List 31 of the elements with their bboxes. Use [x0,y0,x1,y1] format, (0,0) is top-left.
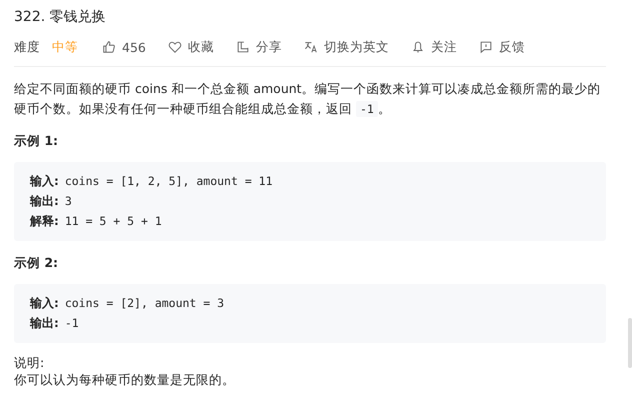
difficulty-value: 中等 [52,38,78,56]
scrollbar[interactable] [628,318,632,368]
example-heading: 示例 2: [14,255,58,272]
code-label: 输入: [30,296,59,310]
bell-icon [410,40,425,54]
problem-title: 322. 零钱兑换 [14,8,106,26]
code-value: -1 [64,316,79,330]
share-button[interactable]: 分享 [236,38,282,56]
code-label: 解释: [30,214,59,228]
feedback-button[interactable]: 反馈 [478,38,525,56]
note-text: 你可以认为每种硬币的数量是无限的。 [14,372,236,389]
difficulty-label: 难度 [14,38,40,56]
share-icon [236,40,250,54]
code-value: 3 [64,194,72,208]
favorite-button[interactable]: 收藏 [168,38,214,56]
code-label: 输出: [30,194,59,208]
translate-icon [304,40,318,54]
description-text: 给定不同面额的硬币 coins 和一个总金额 amount。编写一个函数来计算可以凑成总金额所需的最少的硬币个数。如果没有任何一种硬币组合能组成总金额，返回 -1 。 [14,80,602,119]
follow-button[interactable]: 关注 [410,38,457,56]
thumbs-up-icon [102,40,116,54]
feedback-icon [478,40,493,54]
code-value: coins = [1, 2, 5], amount = 11 [64,174,273,188]
code-value: 11 = 5 + 5 + 1 [64,214,162,228]
code-label: 输入: [30,174,59,188]
like-button[interactable]: 456 [102,40,146,54]
translate-button[interactable]: 切换为英文 [304,38,389,56]
code-value: coins = [2], amount = 3 [64,296,224,310]
example-heading: 示例 1: [14,133,58,150]
heart-icon [168,40,182,54]
note-heading: 说明: [14,355,44,372]
code-label: 输出: [30,316,59,330]
